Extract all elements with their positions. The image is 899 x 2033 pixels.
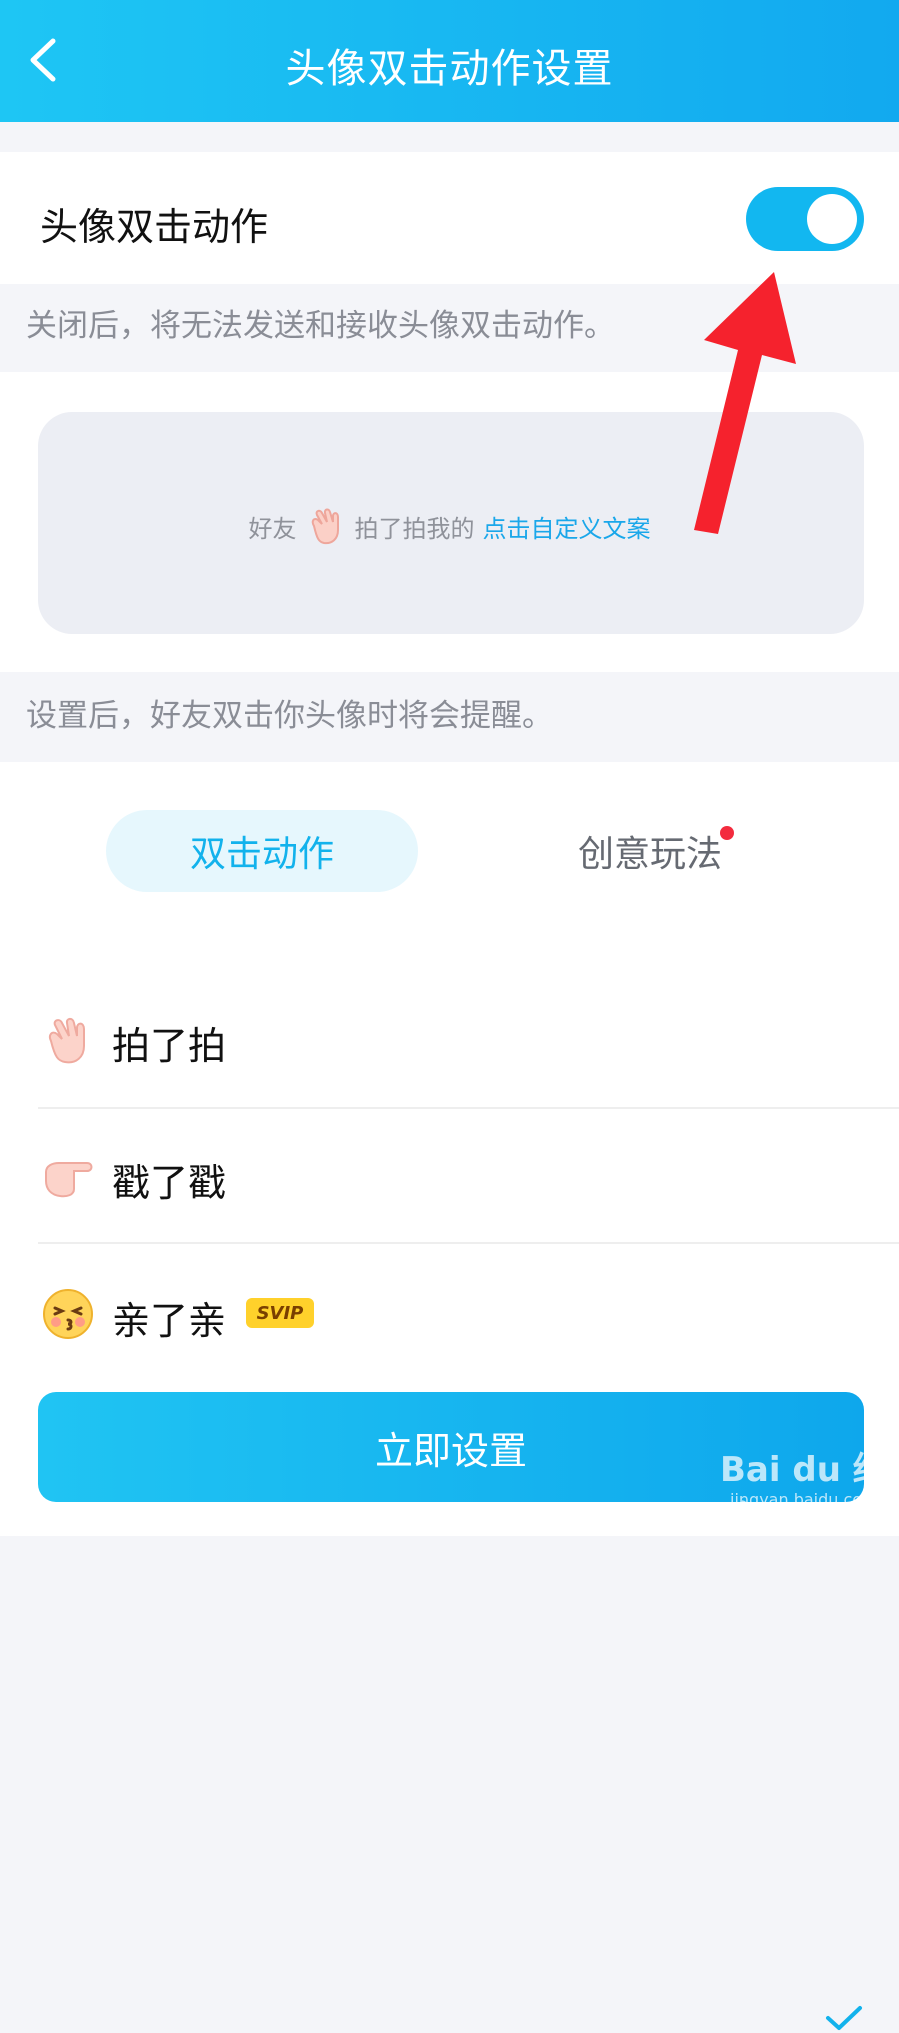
checkmark-icon [826,2006,862,2030]
preview-prefix: 好友 [248,514,297,543]
tab-double-tap-action[interactable]: 双击动作 [106,810,418,892]
svip-badge: SVIP [246,1298,314,1328]
toggle-hint: 关闭后，将无法发送和接收头像双击动作。 [26,308,615,344]
preview-text: 拍了拍我的 [354,514,475,543]
action-item-kiss[interactable]: 亲了亲 [0,1248,899,1378]
annotation-arrow-icon [694,272,796,534]
divider [38,1107,899,1109]
action-item-poke[interactable]: 戳了戳 [0,1112,899,1242]
action-label: 拍了拍 [112,1024,227,1068]
waving-hand-icon [48,1017,85,1064]
watermark-sub: jingyan.baidu.com [730,1490,878,1509]
tab-creative-play[interactable]: 创意玩法 [540,810,760,892]
action-item-pat[interactable]: 拍了拍 [0,975,899,2030]
switch-knob [807,194,857,244]
page-title: 头像双击动作设置 [285,46,614,92]
customize-text-link[interactable]: 点击自定义文案 [483,509,651,544]
action-label: 亲了亲 [112,1299,227,1343]
divider [38,1242,899,1244]
toggle-label: 头像双击动作 [40,205,269,249]
pointing-hand-icon [45,1162,93,1198]
waving-hand-icon [311,508,339,545]
new-badge-dot [720,826,734,840]
double-tap-switch[interactable] [746,187,864,251]
top-bar: 头像双击动作设置 [0,0,899,122]
kissing-face-icon [43,1289,93,1339]
preview-hint: 设置后，好友双击你头像时将会提醒。 [26,698,553,734]
baidu-watermark: Bai du 经验 jingyan.baidu.com [720,1432,890,1539]
action-label: 戳了戳 [112,1161,227,1205]
